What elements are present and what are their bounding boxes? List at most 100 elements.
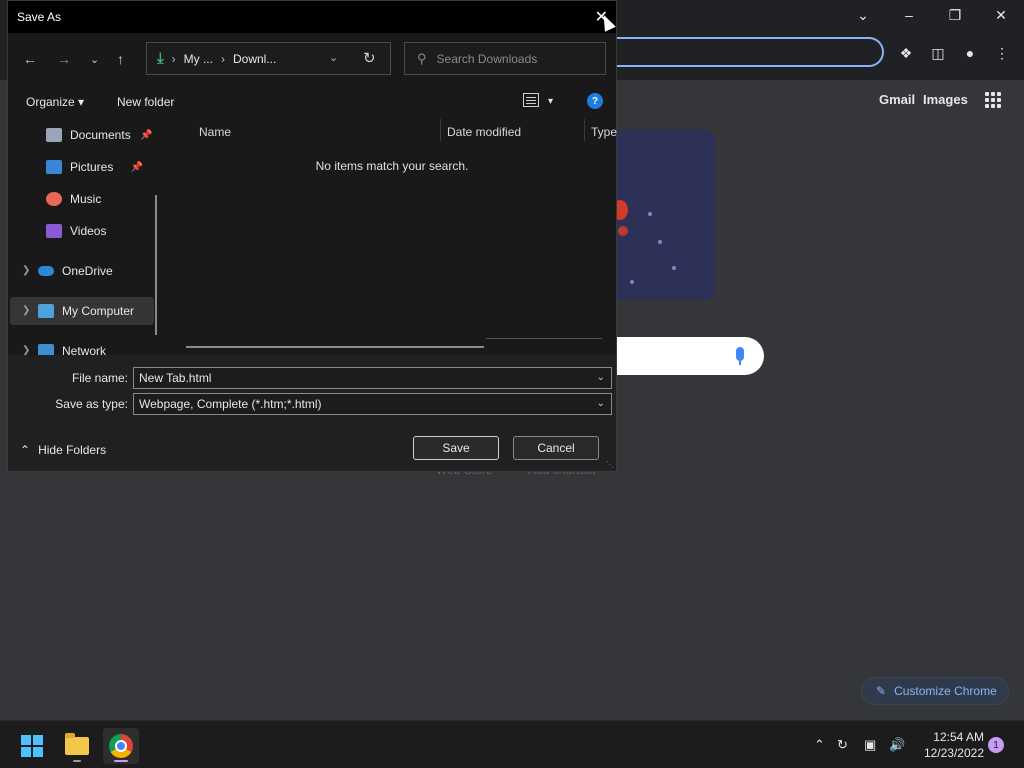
breadcrumb-my-computer[interactable]: My ... [184,52,213,66]
sync-icon[interactable]: ↻ [837,737,848,753]
close-window-icon[interactable]: ✕ [978,0,1024,30]
chevron-up-icon: ⌃ [20,443,31,457]
save-type-select[interactable]: Webpage, Complete (*.htm;*.html) ⌄ [133,393,612,415]
gmail-link[interactable]: Gmail [879,92,915,107]
pencil-icon: ✎ [876,684,887,698]
taskbar: ⌃ ↻ ▣ 🔊 12:54 AM 12/23/2022 1 [0,720,1024,768]
column-divider[interactable] [584,119,585,141]
scroll-track [486,338,602,339]
chrome-icon [109,734,133,758]
recent-locations-icon[interactable]: ⌄ [90,53,99,66]
menu-icon[interactable]: ⋮ [991,42,1013,64]
omnibox[interactable] [600,37,884,67]
notification-badge[interactable]: 1 [988,737,1004,753]
chevron-right-icon[interactable]: ❯ [22,265,30,276]
nav-item-pictures[interactable]: Pictures 📌 [46,153,143,181]
column-header-date-modified[interactable]: Date modified [447,125,521,139]
save-type-label: Save as type: [55,397,128,411]
voice-search-icon[interactable] [736,347,744,365]
dialog-title: Save As [17,10,62,24]
images-link[interactable]: Images [923,92,968,107]
customize-chrome-button[interactable]: ✎ Customize Chrome [861,677,1009,705]
minimize-icon[interactable]: – [886,0,932,30]
dialog-body: Documents 📌 Pictures 📌 Music Videos ❯ On… [8,119,617,355]
clock-date: 12/23/2022 [923,746,984,760]
hide-folders-button[interactable]: ⌃ Hide Folders [20,443,106,457]
chevron-right-icon[interactable]: ❯ [22,305,30,316]
column-divider[interactable] [440,119,441,141]
resize-grip-icon[interactable]: ⋱ [606,460,614,469]
chevron-down-icon[interactable]: ⌄ [597,372,605,383]
save-as-dialog: Save As ✕ ← → ⌄ ↑ ⤓ › My ... › Downl... … [7,0,617,472]
nav-item-my-computer[interactable]: My Computer [10,297,154,325]
network-icon [38,344,54,355]
network-tray-icon[interactable]: ▣ [864,737,876,753]
google-doodle[interactable] [600,130,715,300]
clock[interactable]: 12:54 AM 12/23/2022 [912,729,984,761]
taskbar-file-explorer[interactable] [59,728,95,764]
chrome-window-controls: ⌄ – ❐ ✕ [840,0,1024,30]
breadcrumb-downloads[interactable]: Downl... [233,52,276,66]
help-icon[interactable]: ? [587,93,603,109]
google-apps-icon[interactable] [985,92,1001,108]
file-name-label: File name: [71,371,128,385]
save-button[interactable]: Save [413,436,499,460]
breadcrumb-chevron-icon[interactable]: › [221,52,225,66]
onedrive-icon [38,266,54,276]
dialog-navbar: ← → ⌄ ↑ ⤓ › My ... › Downl... ⌄ ↻ ⚲ Sear… [8,33,616,85]
profile-icon[interactable]: ● [959,42,981,64]
view-options-icon[interactable] [523,93,539,107]
nav-item-onedrive[interactable]: OneDrive [38,257,113,285]
cancel-button[interactable]: Cancel [513,436,599,460]
nav-item-videos[interactable]: Videos [46,217,106,245]
new-folder-button[interactable]: New folder [117,95,174,109]
google-search-box[interactable] [600,337,764,375]
forward-icon[interactable]: → [57,51,71,67]
up-icon[interactable]: ↑ [117,51,124,67]
chevron-down-icon[interactable]: ⌄ [329,51,338,64]
command-bar: Organize ▾ New folder ▾ ? [8,85,616,119]
file-name-input[interactable]: New Tab.html ⌄ [133,367,612,389]
dialog-footer: File name: New Tab.html ⌄ Save as type: … [8,355,616,471]
file-list-scrollbar[interactable] [186,346,484,348]
volume-icon[interactable]: 🔊 [889,737,905,753]
organize-button[interactable]: Organize ▾ [26,95,84,109]
documents-icon [46,128,62,142]
breadcrumb-chevron-icon[interactable]: › [172,52,176,66]
save-type-value: Webpage, Complete (*.htm;*.html) [139,397,322,411]
extensions-icon[interactable]: ❖ [895,42,917,64]
address-bar[interactable]: ⤓ › My ... › Downl... ⌄ ↻ [146,42,391,75]
empty-message: No items match your search. [315,159,469,173]
file-list: Name Date modified Type No items match y… [168,119,617,355]
search-input[interactable]: ⚲ Search Downloads [404,42,606,75]
navigation-pane: Documents 📌 Pictures 📌 Music Videos ❯ On… [8,119,168,355]
column-header-type[interactable]: Type [591,125,617,139]
nav-item-documents[interactable]: Documents 📌 [46,121,153,149]
pictures-icon [46,160,62,174]
back-icon[interactable]: ← [23,51,37,67]
view-dropdown-icon[interactable]: ▾ [548,96,553,107]
computer-icon [38,304,54,318]
music-icon [46,192,62,206]
downloads-icon: ⤓ [157,50,164,67]
restore-icon[interactable]: ❐ [932,0,978,30]
file-name-value: New Tab.html [139,371,212,385]
side-panel-icon[interactable]: ◫ [927,42,949,64]
chevron-right-icon[interactable]: ❯ [22,345,30,355]
dialog-titlebar[interactable]: Save As ✕ [8,1,616,33]
folder-icon [65,733,89,755]
customize-label: Customize Chrome [894,684,997,698]
nav-item-network[interactable]: Network [38,337,106,355]
nav-pane-scrollbar[interactable] [155,195,157,335]
tray-overflow-icon[interactable]: ⌃ [814,737,825,753]
pin-icon: 📌 [140,129,153,141]
refresh-icon[interactable]: ↻ [363,49,376,67]
nav-item-music[interactable]: Music [46,185,101,213]
chevron-down-icon[interactable]: ⌄ [597,398,605,409]
column-header-name[interactable]: Name [199,125,231,139]
start-button[interactable] [21,735,43,757]
pin-icon: 📌 [130,161,144,173]
tab-search-icon[interactable]: ⌄ [840,0,886,30]
taskbar-chrome[interactable] [103,728,139,764]
search-icon: ⚲ [417,50,427,66]
